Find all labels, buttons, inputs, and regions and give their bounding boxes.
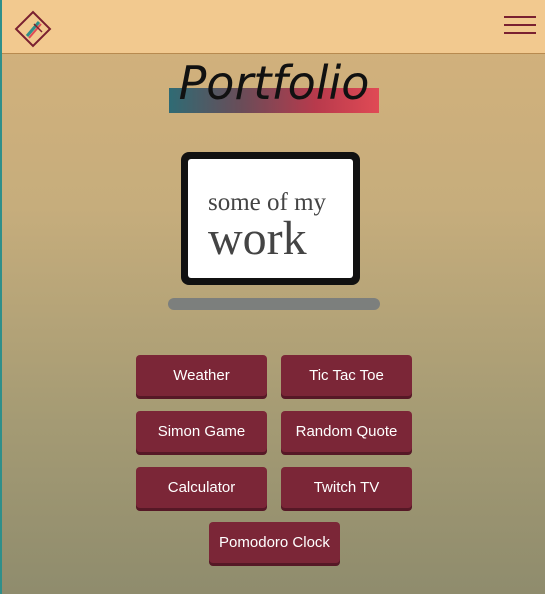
pomodoro-clock-button[interactable]: Pomodoro Clock — [209, 522, 340, 563]
random-quote-button[interactable]: Random Quote — [281, 411, 412, 452]
navbar — [2, 0, 545, 54]
simon-game-button[interactable]: Simon Game — [136, 411, 267, 452]
calculator-button[interactable]: Calculator — [136, 467, 267, 508]
pencil-logo-icon[interactable] — [12, 8, 54, 50]
twitch-tv-button[interactable]: Twitch TV — [281, 467, 412, 508]
tic-tac-toe-button[interactable]: Tic Tac Toe — [281, 355, 412, 396]
page-title-block: Portfolio — [168, 56, 380, 116]
laptop-text-line2: work — [208, 212, 307, 265]
page-title: Portfolio — [178, 56, 370, 110]
laptop-screen: some of my work — [188, 159, 353, 278]
laptop-base — [168, 298, 380, 310]
weather-button[interactable]: Weather — [136, 355, 267, 396]
laptop-illustration: some of my work — [181, 152, 360, 285]
hamburger-menu-icon[interactable] — [502, 12, 538, 38]
